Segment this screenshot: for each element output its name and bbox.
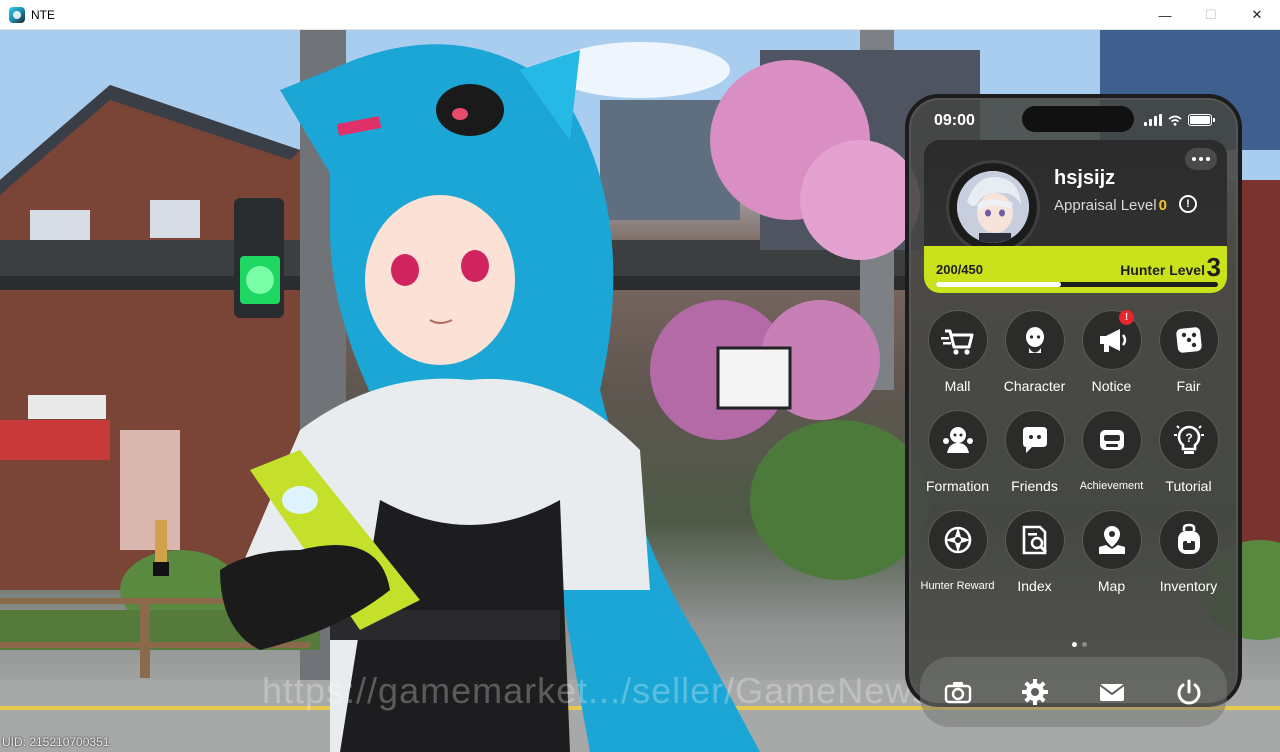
- app-icon-circle: [927, 510, 988, 570]
- window-title: NTE: [31, 7, 55, 22]
- app-label: Formation: [925, 478, 990, 494]
- appraisal-label: Appraisal Level: [1054, 197, 1157, 214]
- game-viewport[interactable]: https://gamemarket.../seller/GameNews UI…: [0, 30, 1280, 752]
- exp-text: 200/450: [936, 262, 983, 277]
- username: hsjsijz: [1054, 167, 1116, 189]
- index-search-icon: [1022, 525, 1047, 555]
- avatar: [957, 171, 1029, 243]
- phone-dock: [920, 657, 1227, 727]
- hunter-level-value: 3: [1206, 252, 1221, 282]
- page-indicator: [1072, 642, 1087, 647]
- window-controls: — ☐ ✕: [1142, 0, 1280, 30]
- app-logo-icon: [9, 6, 25, 23]
- app-tutorial-button[interactable]: ? Tutorial: [1150, 410, 1227, 498]
- app-label: Map: [1097, 578, 1126, 594]
- window-titlebar: NTE — ☐ ✕: [0, 0, 1280, 30]
- page-dot-active[interactable]: [1072, 642, 1077, 647]
- app-icon-circle: [1158, 510, 1219, 570]
- minimize-button[interactable]: —: [1142, 0, 1188, 30]
- app-icon-circle: [1004, 410, 1065, 470]
- app-icon-circle: [927, 310, 988, 370]
- app-icon-circle: [1081, 510, 1142, 570]
- app-label: Hunter Reward: [920, 580, 995, 592]
- app-label: Achievement: [1079, 480, 1144, 492]
- app-hunter-reward-button[interactable]: Hunter Reward: [919, 510, 996, 598]
- phone-notch: [1022, 106, 1134, 132]
- app-label: Index: [1017, 578, 1052, 594]
- backpack-icon: [1177, 523, 1200, 554]
- signal-icon: [1144, 114, 1162, 126]
- app-friends-button[interactable]: Friends: [996, 410, 1073, 498]
- info-icon[interactable]: !: [1179, 195, 1197, 213]
- settings-icon: [1022, 679, 1049, 705]
- player-uid: UID: 215210700351: [2, 735, 110, 749]
- watermark-text: https://gamemarket.../seller/GameNews: [262, 670, 932, 711]
- app-achievement-button[interactable]: Achievement: [1073, 410, 1150, 498]
- settings-button[interactable]: [1015, 672, 1055, 712]
- app-notice-button[interactable]: Notice!: [1073, 310, 1150, 398]
- exp-progress-track: [936, 282, 1218, 287]
- app-label: Fair: [1176, 378, 1201, 394]
- cart-icon: [940, 329, 973, 355]
- mail-icon: [1099, 684, 1125, 701]
- app-icon-circle: ?: [1158, 410, 1219, 470]
- achievement-icon: [1099, 430, 1124, 450]
- power-button[interactable]: [1169, 672, 1209, 712]
- app-icon-circle: [1158, 310, 1219, 370]
- megaphone-icon: [1099, 329, 1126, 352]
- app-label: Tutorial: [1165, 478, 1212, 494]
- app-index-button[interactable]: Index: [996, 510, 1073, 598]
- close-button[interactable]: ✕: [1234, 0, 1280, 30]
- character-icon: [1025, 327, 1044, 353]
- power-icon: [1177, 679, 1201, 705]
- wifi-icon: [1168, 115, 1182, 126]
- map-pin-icon: [1098, 526, 1125, 554]
- avatar-frame[interactable]: [946, 160, 1040, 254]
- app-label: Friends: [1011, 478, 1058, 494]
- app-character-button[interactable]: Character: [996, 310, 1073, 398]
- app-formation-button[interactable]: Formation: [919, 410, 996, 498]
- svg-text:?: ?: [1185, 431, 1192, 445]
- camera-icon: [945, 682, 972, 704]
- maximize-button[interactable]: ☐: [1188, 0, 1234, 30]
- phone-clock: 09:00: [934, 112, 975, 129]
- app-label: Mall: [944, 378, 971, 394]
- mail-button[interactable]: [1092, 672, 1132, 712]
- app-inventory-button[interactable]: Inventory: [1150, 510, 1227, 598]
- app-map-button[interactable]: Map: [1073, 510, 1150, 598]
- page-dot[interactable]: [1082, 642, 1087, 647]
- app-label: Inventory: [1159, 578, 1218, 594]
- app-mall-button[interactable]: Mall: [919, 310, 996, 398]
- dice-icon: [1175, 327, 1202, 353]
- phone-menu-panel: 09:00 hsjsijz Appraisal Level 0 ! 200/45…: [905, 94, 1242, 727]
- app-grid: Mall Character Notice! Fair Formation Friends…: [919, 310, 1236, 598]
- phone-status-bar: [1144, 114, 1215, 126]
- hunter-level-label: Hunter Level: [1120, 262, 1205, 278]
- notification-badge: !: [1119, 310, 1134, 325]
- app-icon-circle: [1004, 310, 1065, 370]
- lightbulb-icon: ?: [1173, 425, 1204, 454]
- compass-star-icon: [944, 526, 971, 554]
- formation-icon: [942, 427, 973, 453]
- app-label: Character: [1003, 378, 1066, 394]
- battery-icon: [1188, 114, 1215, 126]
- appraisal-level: Appraisal Level 0: [1054, 197, 1167, 214]
- camera-button[interactable]: [938, 672, 978, 712]
- app-fair-button[interactable]: Fair: [1150, 310, 1227, 398]
- app-icon-circle: [1004, 510, 1065, 570]
- app-icon-circle: [927, 410, 988, 470]
- app-label: Notice: [1091, 378, 1132, 394]
- exp-progress-fill: [936, 282, 1062, 287]
- app-icon-circle: [1081, 410, 1142, 470]
- profile-card[interactable]: hsjsijz Appraisal Level 0 ! 200/450 Hunt…: [924, 140, 1227, 293]
- appraisal-level-value: 0: [1158, 197, 1167, 214]
- hunter-level-bar: 200/450 Hunter Level 3: [924, 246, 1227, 293]
- chat-bubble-icon: [1022, 427, 1047, 453]
- more-options-button[interactable]: [1185, 148, 1217, 170]
